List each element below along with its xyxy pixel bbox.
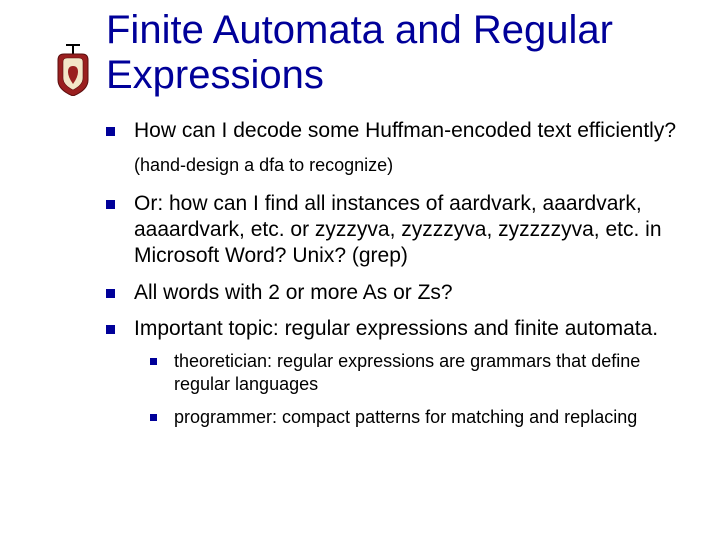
bullet-text: All words with 2 or more As or Zs? bbox=[134, 281, 453, 304]
subbullet-item: theoretician: regular expressions are gr… bbox=[150, 350, 690, 396]
bullet-text: Important topic: regular expressions and… bbox=[134, 317, 658, 340]
slide-title: Finite Automata and Regular Expressions bbox=[106, 8, 696, 98]
square-bullet-icon bbox=[150, 414, 157, 421]
bullet-item: All words with 2 or more As or Zs? bbox=[106, 280, 690, 306]
square-bullet-icon bbox=[150, 358, 157, 365]
bullet-item: Important topic: regular expressions and… bbox=[106, 316, 690, 429]
bullet-text: Or: how can I find all instances of aard… bbox=[134, 192, 662, 268]
slide-body: How can I decode some Huffman-encoded te… bbox=[106, 118, 690, 439]
subbullet-text: programmer: compact patterns for matchin… bbox=[174, 407, 637, 427]
square-bullet-icon bbox=[106, 289, 115, 298]
square-bullet-icon bbox=[106, 127, 115, 136]
square-bullet-icon bbox=[106, 325, 115, 334]
square-bullet-icon bbox=[106, 200, 115, 209]
institution-logo bbox=[54, 44, 92, 96]
indented-note: (hand-design a dfa to recognize) bbox=[134, 154, 690, 177]
subbullet-text: theoretician: regular expressions are gr… bbox=[174, 351, 640, 394]
bullet-text: How can I decode some Huffman-encoded te… bbox=[134, 119, 676, 142]
bullet-item: Or: how can I find all instances of aard… bbox=[106, 191, 690, 270]
bullet-item: How can I decode some Huffman-encoded te… bbox=[106, 118, 690, 144]
subbullet-item: programmer: compact patterns for matchin… bbox=[150, 406, 690, 429]
slide: Finite Automata and Regular Expressions … bbox=[0, 0, 720, 540]
